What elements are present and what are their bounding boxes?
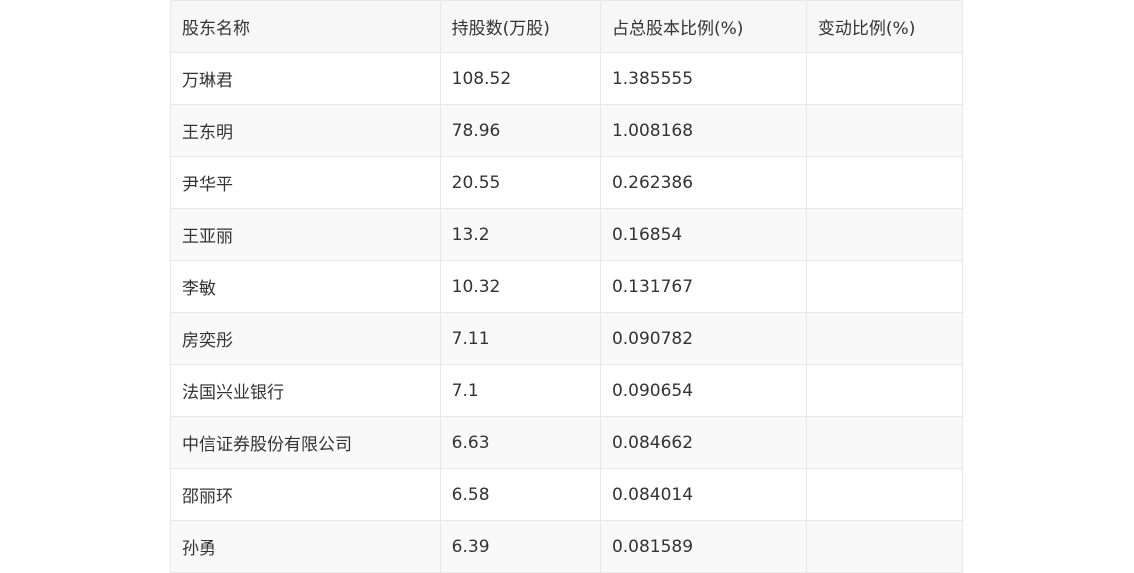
cell-share-ratio: 0.081589: [599, 520, 807, 573]
cell-change-ratio: [805, 468, 964, 521]
cell-share-ratio: 0.090782: [599, 312, 807, 365]
table-row: 中信证券股份有限公司 6.63 0.084662: [170, 416, 964, 469]
cell-share-ratio: 1.008168: [599, 104, 807, 157]
header-shares-held: 持股数(万股): [439, 0, 601, 53]
cell-change-ratio: [805, 312, 964, 365]
shareholder-table-container: 股东名称 持股数(万股) 占总股本比例(%) 变动比例(%) 万琳君 108.5…: [170, 0, 964, 573]
table-row: 王东明 78.96 1.008168: [170, 104, 964, 157]
cell-shares-held: 20.55: [439, 156, 601, 209]
header-change-ratio: 变动比例(%): [805, 0, 964, 53]
cell-shareholder-name: 万琳君: [170, 52, 441, 105]
cell-change-ratio: [805, 416, 964, 469]
cell-shares-held: 13.2: [439, 208, 601, 261]
cell-shares-held: 78.96: [439, 104, 601, 157]
cell-shareholder-name: 中信证券股份有限公司: [170, 416, 441, 469]
table-row: 万琳君 108.52 1.385555: [170, 52, 964, 105]
header-shareholder-name: 股东名称: [170, 0, 441, 53]
cell-shares-held: 7.11: [439, 312, 601, 365]
cell-share-ratio: 0.090654: [599, 364, 807, 417]
cell-shareholder-name: 法国兴业银行: [170, 364, 441, 417]
table-header-row: 股东名称 持股数(万股) 占总股本比例(%) 变动比例(%): [170, 0, 964, 53]
cell-shareholder-name: 孙勇: [170, 520, 441, 573]
cell-share-ratio: 0.262386: [599, 156, 807, 209]
cell-shareholder-name: 李敏: [170, 260, 441, 313]
cell-change-ratio: [805, 520, 964, 573]
cell-share-ratio: 1.385555: [599, 52, 807, 105]
table-row: 李敏 10.32 0.131767: [170, 260, 964, 313]
table-row: 法国兴业银行 7.1 0.090654: [170, 364, 964, 417]
cell-shareholder-name: 尹华平: [170, 156, 441, 209]
cell-shareholder-name: 王亚丽: [170, 208, 441, 261]
cell-shares-held: 6.39: [439, 520, 601, 573]
cell-change-ratio: [805, 104, 964, 157]
cell-change-ratio: [805, 364, 964, 417]
cell-shares-held: 6.58: [439, 468, 601, 521]
cell-shares-held: 7.1: [439, 364, 601, 417]
table-row: 孙勇 6.39 0.081589: [170, 520, 964, 573]
cell-shares-held: 6.63: [439, 416, 601, 469]
shareholder-table: 股东名称 持股数(万股) 占总股本比例(%) 变动比例(%) 万琳君 108.5…: [170, 0, 964, 573]
cell-change-ratio: [805, 52, 964, 105]
table-row: 房奕彤 7.11 0.090782: [170, 312, 964, 365]
cell-share-ratio: 0.16854: [599, 208, 807, 261]
cell-change-ratio: [805, 260, 964, 313]
table-row: 尹华平 20.55 0.262386: [170, 156, 964, 209]
cell-shareholder-name: 邵丽环: [170, 468, 441, 521]
cell-shares-held: 108.52: [439, 52, 601, 105]
cell-share-ratio: 0.131767: [599, 260, 807, 313]
table-row: 王亚丽 13.2 0.16854: [170, 208, 964, 261]
cell-change-ratio: [805, 208, 964, 261]
cell-shareholder-name: 王东明: [170, 104, 441, 157]
cell-share-ratio: 0.084662: [599, 416, 807, 469]
cell-shares-held: 10.32: [439, 260, 601, 313]
cell-shareholder-name: 房奕彤: [170, 312, 441, 365]
cell-change-ratio: [805, 156, 964, 209]
header-share-ratio: 占总股本比例(%): [599, 0, 807, 53]
cell-share-ratio: 0.084014: [599, 468, 807, 521]
table-row: 邵丽环 6.58 0.084014: [170, 468, 964, 521]
